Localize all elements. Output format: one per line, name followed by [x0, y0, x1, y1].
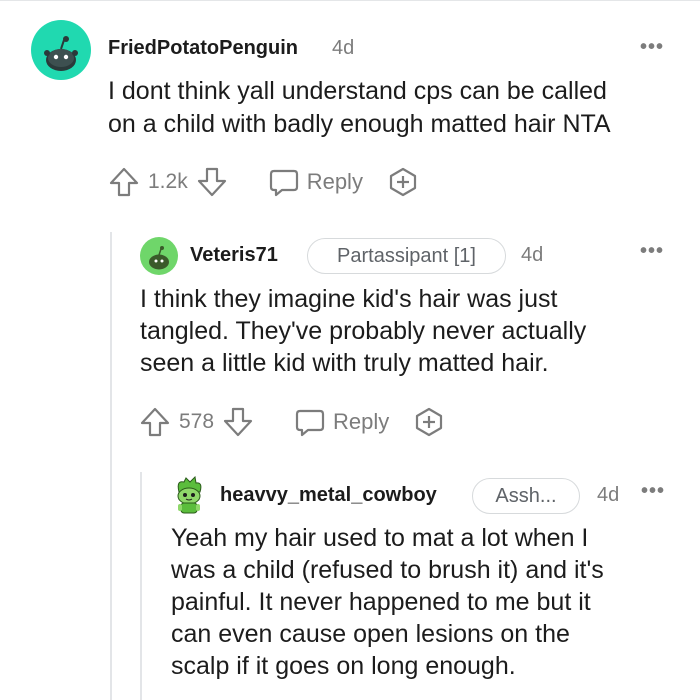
downvote-icon[interactable] [196, 166, 228, 198]
reply-icon [269, 169, 298, 197]
award-icon[interactable] [387, 166, 419, 198]
comment-line: on a child with badly enough matted hair… [108, 110, 611, 138]
upvote-icon[interactable] [139, 406, 171, 438]
username[interactable]: heavvy_metal_cowboy [220, 484, 437, 507]
comment-body: I think they imagine kid's hair was just… [140, 283, 586, 379]
comment-actions: 1.2k Reply [108, 166, 419, 198]
comment-line: I think they imagine kid's hair was just [140, 285, 558, 313]
reply-button[interactable]: Reply [268, 166, 363, 198]
more-options-icon[interactable]: ••• [640, 241, 664, 261]
comment-line: scalp if it goes on long enough. [171, 652, 516, 680]
vote-count: 1.2k [148, 170, 188, 193]
user-flair: Partassipant [1] [307, 238, 506, 274]
avatar[interactable] [140, 237, 178, 275]
snoo-avatar-icon [44, 36, 78, 71]
more-options-icon[interactable]: ••• [641, 481, 665, 501]
avatar[interactable] [170, 476, 208, 516]
reply-label: Reply [306, 169, 363, 194]
username[interactable]: Veteris71 [190, 244, 278, 267]
vote-count: 578 [179, 410, 215, 433]
comment-line: seen a little kid with truly matted hair… [140, 349, 549, 377]
top-divider [0, 0, 700, 1]
avatar[interactable] [31, 20, 91, 80]
downvote-icon[interactable] [222, 406, 254, 438]
comment-age: 4d [521, 244, 544, 266]
comment-line: painful. It never happened to me but it [171, 588, 591, 616]
snoo-character-avatar-icon [177, 476, 202, 514]
comment-age: 4d [597, 484, 620, 506]
comment-line: Yeah my hair used to mat a lot when I [171, 524, 589, 552]
comment-line: tangled. They've probably never actually [140, 317, 587, 345]
comment-line: was a child (refused to brush it) and it… [171, 556, 604, 584]
flair-text: Assh... [495, 484, 557, 507]
comment-body: Yeah my hair used to mat a lot when I wa… [171, 522, 604, 682]
comment-line: I dont think yall understand cps can be … [108, 77, 607, 105]
user-flair: Assh... [472, 478, 580, 514]
flair-text: Partassipant [1] [337, 244, 476, 267]
reply-icon [295, 409, 325, 437]
upvote-icon[interactable] [108, 166, 140, 198]
thread-line-level-2[interactable] [110, 232, 112, 700]
comment-line: can even cause open lesions on the [171, 620, 570, 648]
comment-actions: 578 Reply [139, 406, 445, 438]
more-options-icon[interactable]: ••• [640, 37, 664, 57]
reply-button[interactable]: Reply [294, 406, 389, 438]
comment-age: 4d [332, 37, 355, 59]
reply-label: Reply [333, 409, 390, 434]
username[interactable]: FriedPotatoPenguin [108, 37, 298, 60]
snoo-avatar-icon [149, 246, 169, 270]
comment-body: I dont think yall understand cps can be … [108, 75, 611, 141]
thread-line-level-3[interactable] [140, 472, 142, 700]
award-icon[interactable] [413, 406, 445, 438]
